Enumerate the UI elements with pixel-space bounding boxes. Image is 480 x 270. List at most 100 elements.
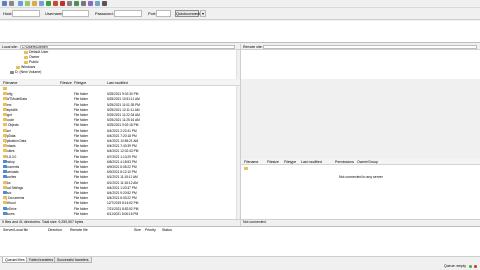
remote-empty-message: Not connected to any server [339,175,383,179]
folder-icon [3,185,7,189]
search-icon[interactable] [102,1,107,6]
remote-col-permissions[interactable]: Permissions [335,159,354,165]
local-col-filesize[interactable]: Filesize [60,80,72,86]
folder-icon [3,211,7,215]
local-file-list: Filename Filesize Filetype Last modified… [0,80,240,219]
local-site-label: Local site: [2,45,18,49]
status-bar: Queue: empty [0,263,480,270]
folder-icon [24,60,28,64]
remote-status: Not connected. [241,219,480,225]
remote-tree-pane: Remote site: [241,44,480,79]
host-input[interactable] [12,10,40,17]
password-label: Password: [95,11,114,16]
port-input[interactable] [156,10,171,17]
process-queue-icon[interactable] [53,1,58,6]
folder-icon [3,144,7,148]
local-status: 9 files and 41 directories. Total size: … [0,219,240,225]
local-col-modified[interactable]: Last modified [107,80,128,86]
folder-icon [3,201,7,205]
remote-tree-icon[interactable] [32,1,37,6]
remote-file-list: Filename Filesize Filetype Last modified… [241,159,480,219]
transfer-queue: Server/Local file Direction Remote file … [0,226,480,256]
username-input[interactable] [62,10,89,17]
remote-col-filetype[interactable]: Filetype [284,159,296,165]
queue-col-remote[interactable]: Remote file [70,228,88,232]
local-tree-item-label: D: (New Volume) [15,70,42,74]
remote-site-path-input[interactable] [263,45,477,49]
local-tree-item[interactable]: D: (New Volume) [10,70,41,75]
refresh-icon[interactable] [46,1,51,6]
file-type: File folder [74,211,88,216]
folder-icon [3,139,7,142]
local-site-path-input[interactable]: C:\Users\Owner\ [20,45,235,49]
queue-tabs: Queued files Failed transfers Successful t… [0,256,480,263]
folder-icon [3,196,7,200]
quickconnect-button[interactable]: Quickconnect [175,10,200,17]
local-tree-icon[interactable] [25,1,30,6]
sync-browse-icon[interactable] [95,1,100,6]
remote-col-modified[interactable]: Last modified [301,159,322,165]
site-manager-icon[interactable] [2,1,7,6]
remote-site-label: Remote site: [243,45,263,49]
queue-col-priority[interactable]: Priority [145,228,156,232]
local-col-filename[interactable]: Filename [3,80,17,86]
folder-icon [24,50,28,54]
local-tree-item-label: Windows [21,65,36,69]
message-log-icon[interactable] [18,1,23,6]
folder-icon [3,123,7,127]
dropdown-icon[interactable] [9,1,14,6]
directory-filter-icon[interactable] [81,1,86,6]
folder-icon [3,149,7,153]
local-file-scrollbar[interactable] [236,86,240,219]
quickconnect-bar: Host: Username: Password: Port: Quickcon… [0,8,480,20]
folder-icon [3,180,7,184]
quickconnect-history-dropdown[interactable]: ▾ [200,10,206,17]
drive-icon [10,70,14,74]
local-tree-item-label: Owner [29,55,40,59]
queue-col-size[interactable]: Size [134,228,141,232]
folder-icon [244,166,248,170]
toolbar [0,0,480,8]
remote-col-filesize[interactable]: Filesize [267,159,279,165]
folder-icon [24,55,28,59]
folder-icon [3,128,7,132]
queue-status: Queue: empty [444,264,466,268]
folder-icon [3,165,7,168]
compare-icon[interactable] [88,1,93,6]
folder-icon [3,159,7,163]
folder-icon [3,102,7,106]
remote-col-owner[interactable]: Owner/Group [357,159,378,165]
transfer-queue-icon[interactable] [39,1,44,6]
folder-icon [3,92,7,96]
local-tree-item-label: Default User [29,50,49,54]
cancel-icon[interactable] [60,1,65,6]
local-file-row[interactable]: Pictures File folder 6/11/2021 5:06:16 PM [0,211,235,217]
folder-icon [3,87,7,90]
folder-icon [3,191,7,194]
folder-icon [3,118,7,122]
remote-file-header: Filename Filesize Filetype Last modified… [241,159,480,165]
folder-icon [3,113,7,116]
remote-col-filename[interactable]: Filename [244,159,258,165]
folder-icon [3,175,7,179]
queue-col-status[interactable]: Status [162,228,172,232]
local-tree-pane: Local site: C:\Users\Owner\ Default User… [0,44,240,79]
host-label: Host: [3,11,13,16]
password-input[interactable] [114,10,142,17]
local-tree-item-label: Public [29,60,39,64]
folder-icon [3,97,7,101]
queue-col-server[interactable]: Server/Local file [3,228,28,232]
local-file-header: Filename Filesize Filetype Last modified [0,80,240,86]
folder-icon [3,206,7,210]
file-modified: 6/11/2021 5:06:16 PM [107,211,139,216]
folder-icon [3,107,7,111]
folder-icon [3,154,7,158]
remote-path-bar: Remote site: [241,44,480,50]
queue-col-direction[interactable]: Direction [48,228,62,232]
status-light-red-icon [474,265,477,268]
remote-parent-row[interactable] [244,166,249,171]
disconnect-icon[interactable] [67,1,72,6]
local-col-filetype[interactable]: Filetype [74,80,86,86]
reconnect-icon[interactable] [74,1,79,6]
status-light-green-icon [469,265,472,268]
